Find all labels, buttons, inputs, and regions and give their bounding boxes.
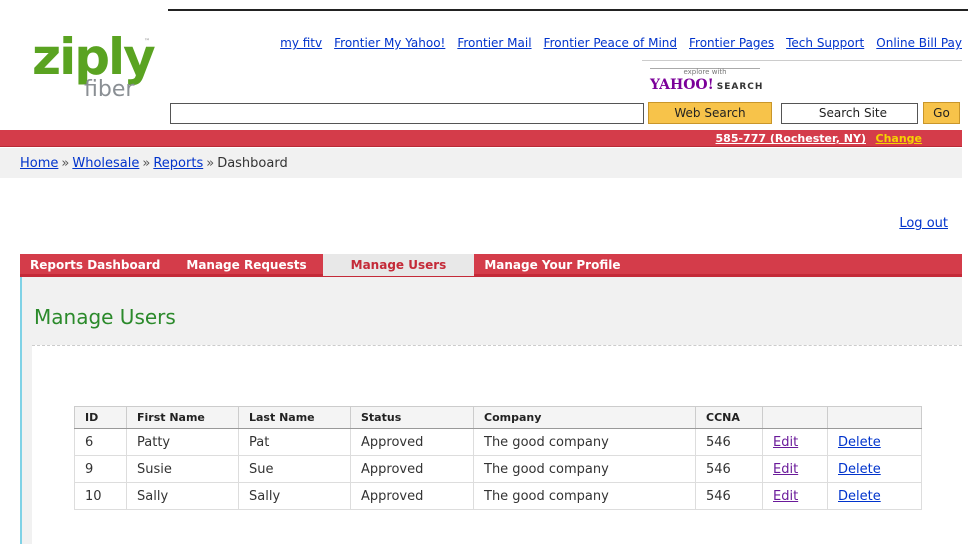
col-header-status: Status bbox=[350, 406, 474, 429]
logo-trademark: ™ bbox=[144, 38, 150, 45]
breadcrumb-reports[interactable]: Reports bbox=[153, 156, 203, 171]
breadcrumb-wholesale[interactable]: Wholesale bbox=[72, 156, 139, 171]
breadcrumb-home[interactable]: Home bbox=[20, 156, 58, 171]
logo-wordmark: ziply bbox=[32, 28, 156, 86]
table-row: 10 Sally Sally Approved The good company… bbox=[74, 482, 922, 510]
cell-first-name: Patty bbox=[126, 428, 239, 456]
tab-manage-users[interactable]: Manage Users bbox=[322, 254, 475, 276]
go-button[interactable]: Go bbox=[923, 102, 960, 124]
yahoo-brand: YAHOO! SEARCH bbox=[650, 77, 780, 93]
cell-last-name: Sally bbox=[238, 482, 351, 510]
cell-delete: Delete bbox=[827, 428, 922, 456]
tab-manage-profile[interactable]: Manage Your Profile bbox=[474, 254, 630, 276]
nav-link-pages[interactable]: Frontier Pages bbox=[689, 36, 774, 50]
col-header-company: Company bbox=[473, 406, 696, 429]
delete-user-link[interactable]: Delete bbox=[838, 489, 881, 504]
edit-user-link[interactable]: Edit bbox=[773, 489, 798, 504]
nav-link-bill-pay[interactable]: Online Bill Pay bbox=[876, 36, 962, 50]
web-search-input[interactable] bbox=[170, 103, 644, 124]
site-search-input[interactable]: Search Site bbox=[781, 103, 918, 124]
breadcrumb: Home» Wholesale» Reports» Dashboard bbox=[20, 156, 288, 171]
yahoo-search-logo: explore with YAHOO! SEARCH bbox=[650, 68, 780, 98]
cell-ccna: 546 bbox=[695, 482, 763, 510]
nav-link-tech-support[interactable]: Tech Support bbox=[786, 36, 864, 50]
logout-link[interactable]: Log out bbox=[899, 216, 948, 231]
col-header-id: ID bbox=[74, 406, 127, 429]
change-location-link[interactable]: Change bbox=[876, 132, 923, 145]
ziply-fiber-logo[interactable]: ziply ™ fiber bbox=[30, 22, 160, 112]
logo-subword: fiber bbox=[84, 77, 135, 102]
cell-company: The good company bbox=[473, 482, 696, 510]
cell-id: 6 bbox=[74, 428, 127, 456]
nav-link-my-yahoo[interactable]: Frontier My Yahoo! bbox=[334, 36, 445, 50]
yahoo-wordmark: YAHOO! bbox=[650, 77, 714, 93]
col-header-edit bbox=[762, 406, 828, 429]
location-link[interactable]: 585-777 (Rochester, NY) bbox=[716, 132, 866, 145]
tab-reports-dashboard[interactable]: Reports Dashboard bbox=[20, 254, 170, 276]
table-row: 6 Patty Pat Approved The good company 54… bbox=[74, 428, 922, 456]
cell-last-name: Sue bbox=[238, 455, 351, 483]
page-title: Manage Users bbox=[34, 305, 176, 329]
yahoo-explore-text: explore with bbox=[650, 68, 760, 76]
cell-status: Approved bbox=[350, 482, 474, 510]
header-rule bbox=[168, 9, 968, 11]
breadcrumb-current: Dashboard bbox=[217, 156, 288, 171]
cell-id: 9 bbox=[74, 455, 127, 483]
cell-company: The good company bbox=[473, 428, 696, 456]
cell-first-name: Susie bbox=[126, 455, 239, 483]
top-nav: my fitv Frontier My Yahoo! Frontier Mail… bbox=[280, 36, 962, 50]
cell-status: Approved bbox=[350, 455, 474, 483]
delete-user-link[interactable]: Delete bbox=[838, 462, 881, 477]
users-table: ID First Name Last Name Status Company C… bbox=[74, 406, 922, 510]
users-table-container: ID First Name Last Name Status Company C… bbox=[32, 345, 962, 544]
cell-last-name: Pat bbox=[238, 428, 351, 456]
cell-delete: Delete bbox=[827, 482, 922, 510]
edit-user-link[interactable]: Edit bbox=[773, 462, 798, 477]
breadcrumb-separator: » bbox=[206, 156, 215, 171]
nav-divider bbox=[642, 60, 962, 61]
col-header-first-name: First Name bbox=[126, 406, 239, 429]
edit-user-link[interactable]: Edit bbox=[773, 435, 798, 450]
cell-status: Approved bbox=[350, 428, 474, 456]
yahoo-search-word: SEARCH bbox=[716, 82, 764, 92]
cell-edit: Edit bbox=[762, 482, 828, 510]
nav-link-peace-of-mind[interactable]: Frontier Peace of Mind bbox=[544, 36, 677, 50]
tab-bar: Reports Dashboard Manage Requests Manage… bbox=[20, 254, 962, 277]
col-header-delete bbox=[827, 406, 922, 429]
cell-ccna: 546 bbox=[695, 428, 763, 456]
location-bar: 585-777 (Rochester, NY) Change bbox=[0, 130, 962, 147]
cell-first-name: Sally bbox=[126, 482, 239, 510]
cell-edit: Edit bbox=[762, 428, 828, 456]
table-row: 9 Susie Sue Approved The good company 54… bbox=[74, 455, 922, 483]
table-header-row: ID First Name Last Name Status Company C… bbox=[74, 406, 922, 429]
nav-link-my-fitv[interactable]: my fitv bbox=[280, 36, 322, 50]
web-search-button[interactable]: Web Search bbox=[648, 102, 772, 124]
breadcrumb-separator: » bbox=[61, 156, 70, 171]
breadcrumb-separator: » bbox=[142, 156, 151, 171]
tab-manage-requests[interactable]: Manage Requests bbox=[176, 254, 316, 276]
col-header-last-name: Last Name bbox=[238, 406, 351, 429]
delete-user-link[interactable]: Delete bbox=[838, 435, 881, 450]
col-header-ccna: CCNA bbox=[695, 406, 763, 429]
cell-company: The good company bbox=[473, 455, 696, 483]
cell-edit: Edit bbox=[762, 455, 828, 483]
cell-ccna: 546 bbox=[695, 455, 763, 483]
nav-link-mail[interactable]: Frontier Mail bbox=[457, 36, 531, 50]
content-panel: Manage Users ID First Name Last Name Sta… bbox=[20, 277, 962, 544]
cell-id: 10 bbox=[74, 482, 127, 510]
cell-delete: Delete bbox=[827, 455, 922, 483]
